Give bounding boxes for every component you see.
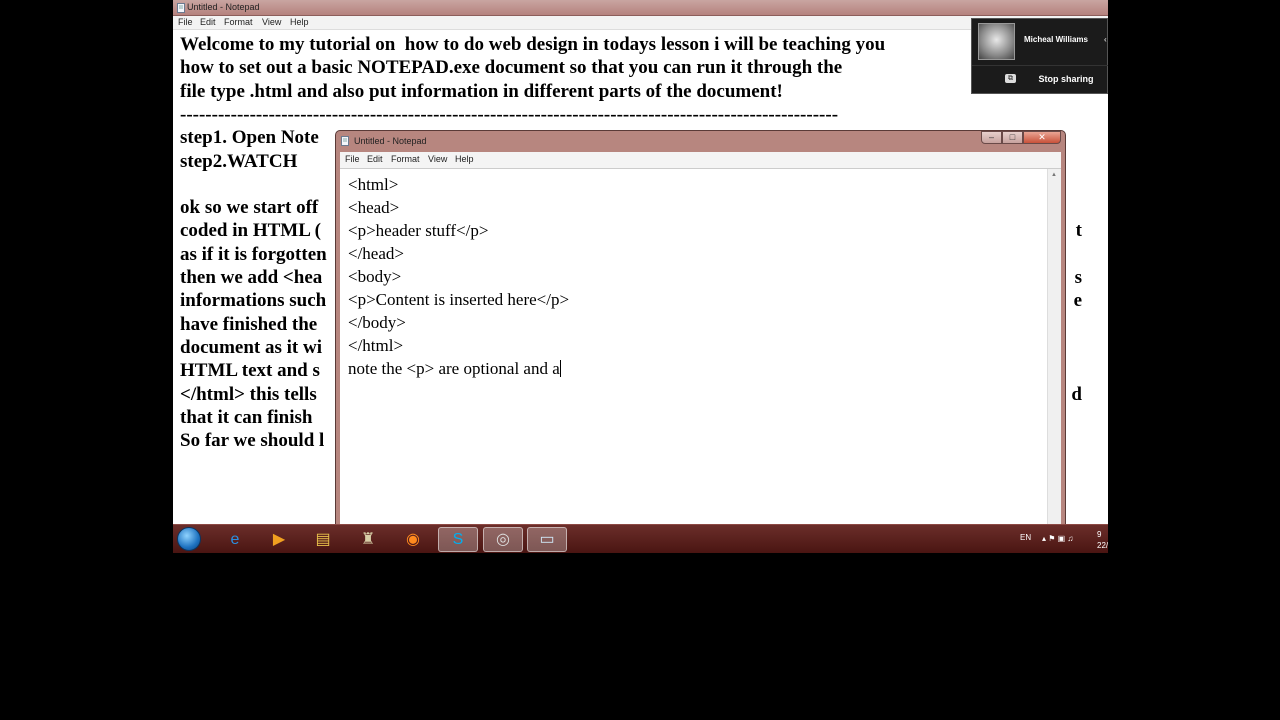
text-editor-area[interactable]: <html> <head> <p>header stuff</p> </head…: [340, 168, 1061, 525]
background-notepad-titlebar[interactable]: Untitled - Notepad: [173, 0, 1108, 16]
taskbar-game-app-button[interactable]: ♜: [348, 527, 388, 552]
notepad-icon: [177, 3, 185, 13]
firefox-icon: ◉: [406, 530, 420, 548]
bg-menu-format[interactable]: Format: [224, 17, 253, 27]
taskbar-media-player-button[interactable]: ▶: [259, 527, 299, 552]
document-line: then we add <hea: [180, 267, 323, 288]
bg-menu-view[interactable]: View: [262, 17, 281, 27]
minimize-button[interactable]: –: [981, 131, 1002, 144]
editor-text: <html> <head> <p>header stuff</p> </head…: [348, 175, 570, 378]
skype-icon: S: [452, 530, 464, 548]
document-line: So far we should l: [180, 430, 325, 452]
menu-help[interactable]: Help: [455, 154, 474, 164]
file-explorer-icon: ▤: [315, 530, 331, 548]
close-button[interactable]: ✕: [1023, 131, 1061, 144]
document-line: step2.WATCH: [180, 150, 298, 172]
document-line-fragment: d: [1071, 383, 1082, 405]
tray-icons[interactable]: ▴ ⚑ ▣ ♫: [1042, 534, 1073, 543]
menu-view[interactable]: View: [428, 154, 447, 164]
menubar: File Edit Format View Help: [340, 152, 1061, 168]
screen-share-panel: Micheal Williams ‹ ⧉ Stop sharing: [971, 18, 1108, 94]
media-player-icon: ▶: [272, 530, 286, 548]
document-line: HTML text and s: [180, 360, 320, 382]
notepad-window[interactable]: Untitled - Notepad – □ ✕ File Edit Forma…: [335, 130, 1066, 526]
taskbar-firefox-button[interactable]: ◉: [393, 527, 433, 552]
notepad-icon: [341, 136, 349, 146]
notepad-icon: ▭: [539, 530, 555, 548]
game-app-icon: ♜: [360, 530, 376, 548]
taskbar-file-explorer-button[interactable]: ▤: [303, 527, 343, 552]
background-window-title: Untitled - Notepad: [187, 2, 260, 12]
document-line: document as it wi: [180, 336, 322, 358]
document-line-fragment: t: [1075, 220, 1082, 242]
text-caret: [559, 360, 561, 377]
document-line: Welcome to my tutorial on how to do web …: [180, 34, 886, 55]
start-button[interactable]: [177, 527, 201, 551]
clock-date: 22/: [1097, 541, 1108, 550]
desktop-screen: Untitled - Notepad File Edit Format View…: [173, 0, 1108, 553]
background-menubar: File Edit Format View Help: [173, 16, 1108, 30]
taskbar: e ▶ ▤ ♜ ◉ S ◎ ▭ EN ▴ ⚑ ▣ ♫ 9 22/: [173, 524, 1108, 553]
menu-format[interactable]: Format: [391, 154, 420, 164]
document-line: informations such: [180, 290, 327, 312]
camera-app-icon: ◎: [496, 530, 510, 548]
scroll-up-arrow-icon[interactable]: ▲: [1051, 172, 1057, 178]
clock[interactable]: 9 22/: [1097, 529, 1108, 551]
document-line: ok so we start off: [180, 197, 319, 219]
document-line-fragment: s: [1074, 267, 1082, 288]
bg-menu-edit[interactable]: Edit: [200, 17, 216, 27]
maximize-button[interactable]: □: [1002, 131, 1023, 144]
document-line: </html> this tells: [180, 383, 317, 405]
bg-menu-help[interactable]: Help: [290, 17, 309, 27]
document-line: ----------------------------------------…: [180, 103, 839, 125]
clock-time: 9: [1097, 530, 1102, 539]
language-indicator[interactable]: EN: [1020, 533, 1031, 542]
window-controls: – □ ✕: [981, 131, 1061, 145]
document-line: as if it is forgotten: [180, 243, 327, 265]
window-title: Untitled - Notepad: [354, 136, 427, 146]
document-line: that it can finish: [180, 406, 313, 428]
expand-icon[interactable]: ‹: [1104, 35, 1107, 44]
taskbar-internet-explorer-button[interactable]: e: [215, 527, 255, 552]
caller-name: Micheal Williams: [1024, 35, 1088, 44]
stop-sharing-button[interactable]: Stop sharing: [1028, 71, 1104, 88]
document-line-fragment: e: [1073, 290, 1082, 312]
avatar: [978, 23, 1015, 60]
document-line: file type .html and also put information…: [180, 80, 783, 102]
menu-edit[interactable]: Edit: [367, 154, 383, 164]
taskbar-skype-button[interactable]: S: [438, 527, 478, 552]
internet-explorer-icon: e: [230, 530, 240, 548]
menu-file[interactable]: File: [345, 154, 360, 164]
document-line: have finished the: [180, 313, 318, 335]
document-line: step1. Open Note: [180, 127, 319, 149]
editor-content: <html> <head> <p>header stuff</p> </head…: [348, 173, 569, 380]
taskbar-notepad-button[interactable]: ▭: [527, 527, 567, 552]
vertical-scrollbar[interactable]: ▲: [1047, 169, 1061, 525]
bg-menu-file[interactable]: File: [178, 17, 193, 27]
divider: [972, 65, 1108, 66]
taskbar-camera-app-button[interactable]: ◎: [483, 527, 523, 552]
document-line: coded in HTML (: [180, 220, 321, 242]
document-line: how to set out a basic NOTEPAD.exe docum…: [180, 57, 843, 79]
share-screen-icon[interactable]: ⧉: [1005, 74, 1016, 83]
